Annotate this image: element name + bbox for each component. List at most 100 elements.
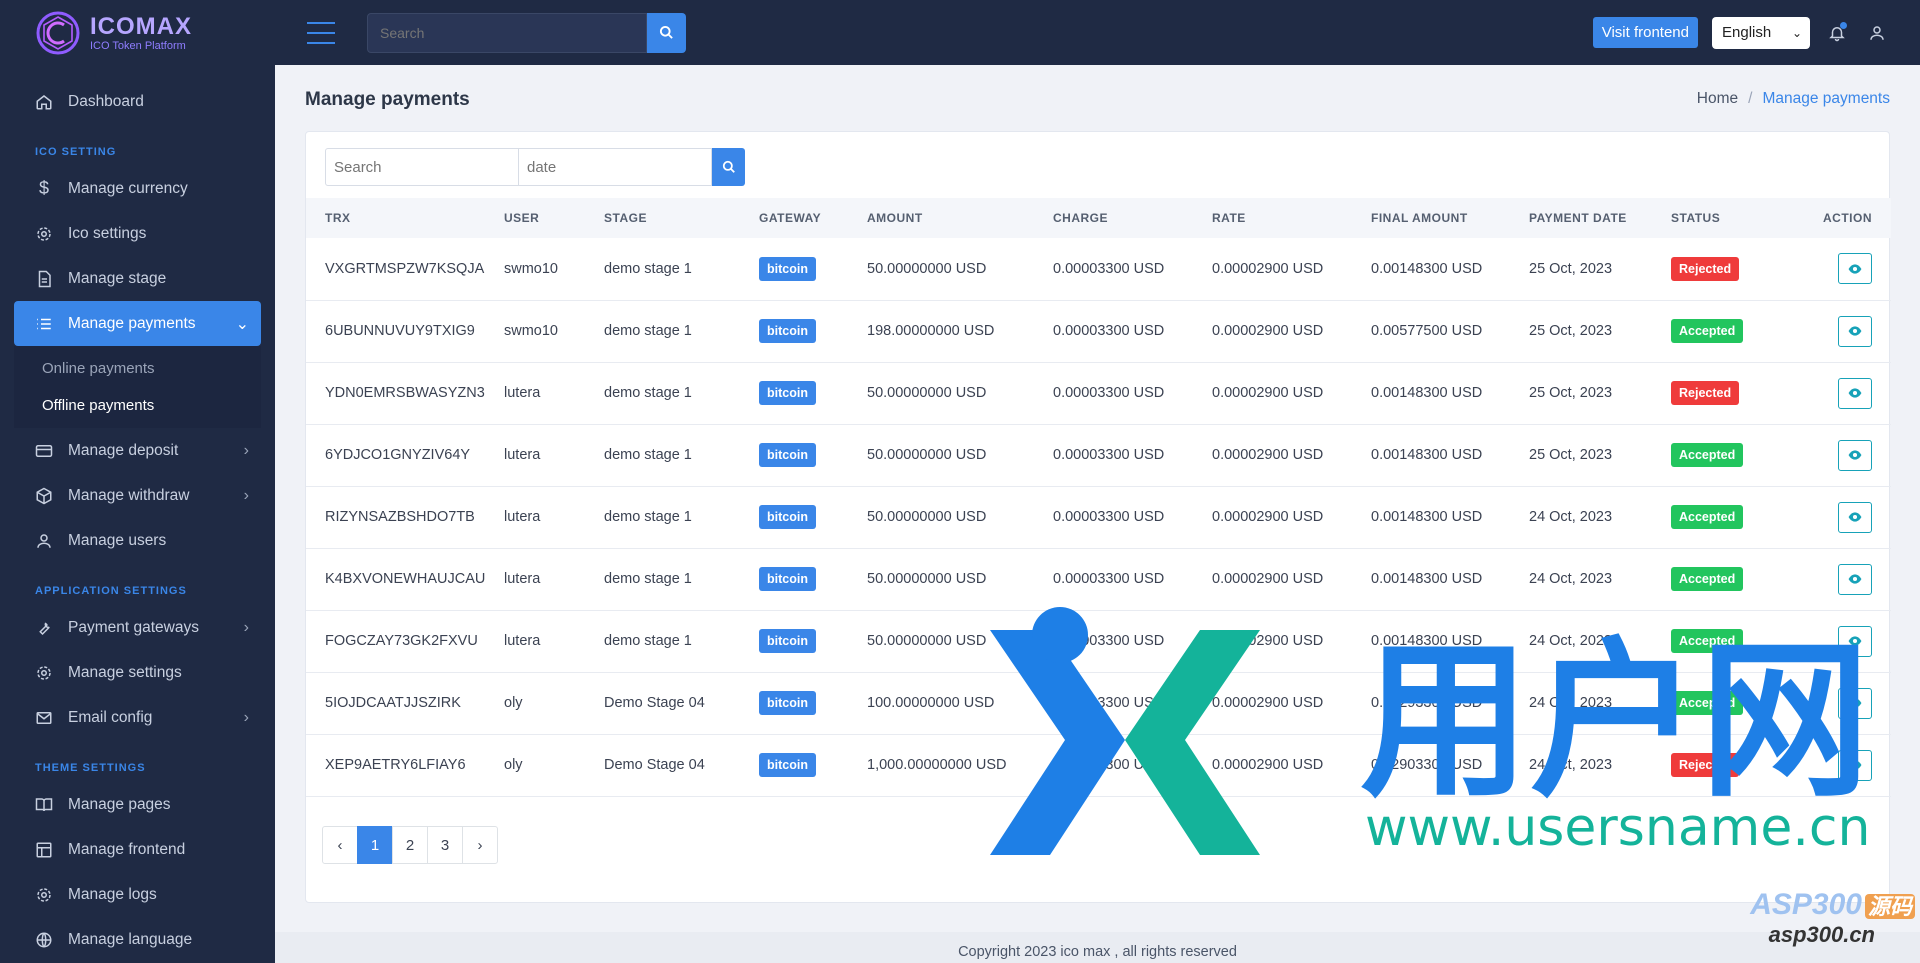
table-row: 5IOJDCAATJJSZIRK oly Demo Stage 04 bitcoin 1… bbox=[306, 672, 1891, 734]
column-header: FINAL AMOUNT bbox=[1371, 211, 1468, 225]
table-row: 6YDJCO1GNYZIV64Y lutera demo stage 1 bitcoi… bbox=[306, 424, 1891, 486]
sidebar-item-manage-currency[interactable]: $ Manage currency bbox=[0, 166, 275, 211]
submenu-online-payments[interactable]: Online payments bbox=[0, 350, 261, 387]
sidebar-item-manage-payments[interactable]: Manage payments ⌄ bbox=[14, 301, 261, 346]
top-search-input[interactable] bbox=[367, 12, 647, 53]
table-header-row: TRX USER STAGE GATEWAY AMOUNT CHARGE RAT… bbox=[306, 198, 1891, 238]
view-button[interactable] bbox=[1838, 253, 1872, 285]
cell-stage: demo stage 1 bbox=[604, 323, 692, 339]
sidebar-item-manage-frontend[interactable]: Manage frontend bbox=[0, 827, 275, 872]
cell-payment-date: 24 Oct, 2023 bbox=[1529, 633, 1613, 649]
sidebar-item-label: Manage stage bbox=[68, 269, 167, 287]
eye-icon bbox=[1848, 450, 1862, 460]
view-button[interactable] bbox=[1838, 563, 1872, 595]
eye-icon bbox=[1848, 264, 1862, 274]
sidebar-item-label: Manage currency bbox=[68, 179, 188, 197]
view-button[interactable] bbox=[1838, 377, 1872, 409]
brand-subtitle: ICO Token Platform bbox=[90, 39, 186, 52]
notification-button[interactable] bbox=[1824, 20, 1850, 46]
submenu-offline-payments[interactable]: Offline payments bbox=[0, 387, 261, 424]
cell-rate: 0.00002900 USD bbox=[1212, 757, 1324, 773]
sidebar-item-payment-gateways[interactable]: Payment gateways › bbox=[0, 605, 275, 650]
gateway-badge: bitcoin bbox=[759, 753, 816, 777]
cell-payment-date: 24 Oct, 2023 bbox=[1529, 571, 1613, 587]
eye-icon bbox=[1848, 698, 1862, 708]
view-button[interactable] bbox=[1838, 501, 1872, 533]
cell-final-amount: 0.00577500 USD bbox=[1371, 323, 1483, 339]
filter-date-input[interactable] bbox=[519, 148, 712, 186]
table-row: RIZYNSAZBSHDO7TB lutera demo stage 1 bitcoi… bbox=[306, 486, 1891, 548]
status-badge: Accepted bbox=[1671, 505, 1744, 529]
sidebar-item-dashboard[interactable]: Dashboard bbox=[0, 79, 275, 124]
cell-charge: 0.00003300 USD bbox=[1053, 447, 1165, 463]
pagination-page[interactable]: 2 bbox=[392, 826, 428, 864]
cell-final-amount: 0.00148300 USD bbox=[1371, 509, 1483, 525]
pagination-page[interactable]: 1 bbox=[357, 826, 393, 864]
sidebar-item-manage-settings[interactable]: Manage settings bbox=[0, 650, 275, 695]
layout-icon bbox=[34, 840, 54, 860]
profile-button[interactable] bbox=[1864, 20, 1890, 46]
cell-action bbox=[1801, 548, 1891, 610]
cell-status: Accepted bbox=[1671, 300, 1801, 362]
cell-trx: 6YDJCO1GNYZIV64Y bbox=[325, 447, 471, 463]
view-button[interactable] bbox=[1838, 439, 1872, 471]
gateway-badge: bitcoin bbox=[759, 691, 816, 715]
pagination-page[interactable]: 3 bbox=[427, 826, 463, 864]
brand[interactable]: ICOMAX ICO Token Platform bbox=[0, 0, 275, 65]
cell-stage: demo stage 1 bbox=[604, 385, 692, 401]
cell-status: Accepted bbox=[1671, 548, 1801, 610]
column-header: USER bbox=[504, 211, 540, 225]
gateway-badge: bitcoin bbox=[759, 443, 816, 467]
pagination-prev[interactable]: ‹ bbox=[322, 826, 358, 864]
column-header: TRX bbox=[325, 211, 351, 225]
sidebar-item-manage-pages[interactable]: Manage pages bbox=[0, 782, 275, 827]
dollar-icon: $ bbox=[38, 178, 49, 198]
cell-payment-date: 24 Oct, 2023 bbox=[1529, 509, 1613, 525]
sidebar-item-manage-deposit[interactable]: Manage deposit › bbox=[0, 428, 275, 473]
sidebar-item-manage-stage[interactable]: Manage stage bbox=[0, 256, 275, 301]
cell-amount: 100.00000000 USD bbox=[867, 695, 995, 711]
menu-toggle-icon[interactable] bbox=[307, 21, 335, 44]
view-button[interactable] bbox=[1838, 749, 1872, 781]
table-row: XEP9AETRY6LFIAY6 oly Demo Stage 04 bitcoin 1… bbox=[306, 734, 1891, 796]
cell-stage: demo stage 1 bbox=[604, 571, 692, 587]
sidebar-item-manage-withdraw[interactable]: Manage withdraw › bbox=[0, 473, 275, 518]
sidebar-item-ico-settings[interactable]: Ico settings bbox=[0, 211, 275, 256]
column-header: ACTION bbox=[1823, 211, 1872, 225]
chevron-right-icon: › bbox=[243, 486, 249, 504]
user-icon bbox=[1870, 25, 1884, 40]
sidebar-item-label: Manage users bbox=[68, 531, 167, 549]
chevron-right-icon: › bbox=[243, 618, 249, 636]
pagination: ‹ 1 2 3 › bbox=[322, 826, 498, 864]
language-select[interactable]: English ⌄ bbox=[1712, 16, 1810, 49]
sidebar-item-label: Manage pages bbox=[68, 795, 171, 813]
notification-dot bbox=[1840, 21, 1847, 29]
view-button[interactable] bbox=[1838, 625, 1872, 657]
sidebar-item-manage-logs[interactable]: Manage logs bbox=[0, 872, 275, 917]
column-header: GATEWAY bbox=[759, 211, 822, 225]
filter-search-input[interactable] bbox=[325, 148, 519, 186]
payments-card: TRX USER STAGE GATEWAY AMOUNT CHARGE RAT… bbox=[305, 131, 1891, 903]
search-icon bbox=[659, 25, 673, 39]
section-theme-settings: THEME SETTINGS bbox=[35, 762, 146, 774]
status-badge: Rejected bbox=[1671, 381, 1740, 405]
sidebar-item-label: Manage deposit bbox=[68, 441, 179, 459]
view-button[interactable] bbox=[1838, 315, 1872, 347]
pagination-next[interactable]: › bbox=[462, 826, 498, 864]
section-ico-setting: ICO SETTING bbox=[35, 146, 117, 158]
filter-search-button[interactable] bbox=[712, 148, 745, 186]
breadcrumb: Home / Manage payments bbox=[1697, 90, 1890, 108]
sidebar-item-manage-users[interactable]: Manage users bbox=[0, 518, 275, 563]
view-button[interactable] bbox=[1838, 687, 1872, 719]
gear-icon bbox=[34, 663, 54, 683]
sidebar-item-manage-language[interactable]: Manage language bbox=[0, 917, 275, 962]
visit-frontend-button[interactable]: Visit frontend bbox=[1592, 17, 1698, 48]
breadcrumb-home[interactable]: Home bbox=[1697, 90, 1738, 108]
sidebar-item-email-config[interactable]: Email config › bbox=[0, 695, 275, 740]
cell-final-amount: 0.00148300 USD bbox=[1371, 571, 1483, 587]
gateway-badge: bitcoin bbox=[759, 319, 816, 343]
top-search-button[interactable] bbox=[647, 12, 686, 53]
wrench-icon bbox=[34, 618, 54, 638]
list-icon bbox=[34, 314, 54, 334]
cell-rate: 0.00002900 USD bbox=[1212, 447, 1324, 463]
